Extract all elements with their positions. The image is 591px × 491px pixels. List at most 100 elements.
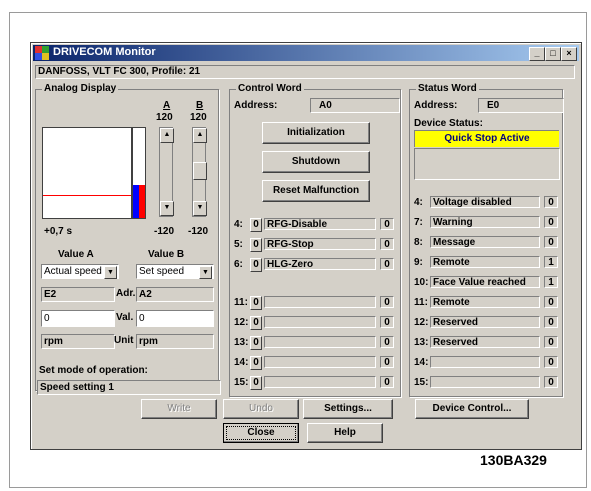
status-row-value: 0: [544, 296, 558, 308]
control-row-value: 0: [380, 376, 394, 388]
control-row-number: 11:: [234, 297, 248, 308]
initialization-button[interactable]: Initialization: [262, 122, 370, 144]
device-status-label: Device Status:: [414, 118, 483, 129]
minimize-icon[interactable]: _: [529, 47, 545, 61]
status-address: E0: [478, 98, 564, 113]
help-button[interactable]: Help: [307, 423, 383, 443]
status-row-value: 0: [544, 376, 558, 388]
title-bar[interactable]: DRIVECOM Monitor _ □ ×: [33, 45, 579, 61]
control-word-label: Control Word: [236, 83, 304, 94]
min-b: -120: [188, 226, 209, 237]
value-b-bar: [139, 185, 145, 218]
window-title: DRIVECOM Monitor: [53, 46, 156, 58]
analog-display-group: Analog Display A B 120 120 ▲ ▼ ▲ ▼ +0,7 …: [35, 83, 219, 391]
status-row-value: 0: [544, 316, 558, 328]
device-info: DANFOSS, VLT FC 300, Profile: 21: [35, 65, 575, 79]
control-row-text: RFG-Disable: [264, 218, 376, 230]
slider-a-up-icon[interactable]: ▲: [160, 128, 174, 143]
control-bit-toggle[interactable]: 0: [250, 356, 262, 370]
slider-b-thumb[interactable]: [193, 162, 207, 180]
control-row-number: 5:: [234, 239, 243, 250]
max-b: 120: [190, 112, 207, 123]
status-row-text: Warning: [430, 216, 540, 228]
status-row-text: Reserved: [430, 336, 540, 348]
chevron-down-icon[interactable]: ▼: [199, 266, 212, 279]
control-bit-toggle[interactable]: 0: [250, 218, 262, 232]
control-row-text: RFG-Stop: [264, 238, 376, 250]
status-row-number: 10:: [414, 277, 429, 288]
control-row-value: 0: [380, 296, 394, 308]
status-row-number: 8:: [414, 237, 423, 248]
close-icon[interactable]: ×: [561, 47, 577, 61]
control-row-number: 14:: [234, 357, 249, 368]
status-row-value: 0: [544, 216, 558, 228]
control-bit-toggle[interactable]: 0: [250, 376, 262, 390]
control-row-value: 0: [380, 316, 394, 328]
status-row-value: 0: [544, 356, 558, 368]
mode-value: Speed setting 1: [37, 380, 221, 395]
val-label: Val.: [116, 312, 134, 323]
val-a-input[interactable]: 0: [41, 310, 115, 327]
control-address-label: Address:: [234, 100, 278, 111]
value-a-select[interactable]: Actual speed ▼: [41, 264, 119, 279]
status-row-number: 4:: [414, 197, 423, 208]
chevron-down-icon[interactable]: ▼: [104, 266, 117, 279]
value-b-selected: Set speed: [139, 266, 185, 277]
control-bit-toggle[interactable]: 0: [250, 258, 262, 272]
status-row-number: 9:: [414, 257, 423, 268]
unit-b: rpm: [136, 334, 214, 349]
maximize-icon[interactable]: □: [545, 47, 561, 61]
status-row-text: [430, 356, 540, 368]
status-row-number: 13:: [414, 337, 429, 348]
settings-button[interactable]: Settings...: [303, 399, 393, 419]
reset-malfunction-button[interactable]: Reset Malfunction: [262, 180, 370, 202]
control-bit-toggle[interactable]: 0: [250, 336, 262, 350]
status-row-number: 14:: [414, 357, 429, 368]
val-b-input[interactable]: 0: [136, 310, 214, 327]
slider-b[interactable]: ▲ ▼: [192, 127, 207, 217]
status-row-value: 0: [544, 236, 558, 248]
slider-b-down-icon[interactable]: ▼: [193, 201, 207, 216]
write-button[interactable]: Write: [141, 399, 217, 419]
status-word-group: Status Word Address: E0 Device Status: Q…: [409, 83, 564, 397]
status-row-text: Remote: [430, 256, 540, 268]
col-a-label: A: [163, 100, 171, 111]
slider-a-down-icon[interactable]: ▼: [160, 201, 174, 216]
status-row-number: 12:: [414, 317, 429, 328]
undo-button[interactable]: Undo: [223, 399, 299, 419]
speed-line: [43, 195, 131, 196]
drivecom-window: DRIVECOM Monitor _ □ × DANFOSS, VLT FC 3…: [30, 42, 582, 450]
control-row-value: 0: [380, 238, 394, 250]
value-b-label: Value B: [148, 249, 185, 260]
control-row-number: 13:: [234, 337, 249, 348]
analog-plot: [42, 127, 132, 219]
control-bit-toggle[interactable]: 0: [250, 316, 262, 330]
close-button[interactable]: Close: [223, 423, 299, 443]
analog-display-label: Analog Display: [42, 83, 119, 94]
adr-label: Adr.: [116, 288, 136, 299]
status-row-text: Face Value reached: [430, 276, 540, 288]
max-a: 120: [156, 112, 173, 123]
min-a: -120: [154, 226, 175, 237]
control-row-text: [264, 336, 376, 348]
slider-b-up-icon[interactable]: ▲: [193, 128, 207, 143]
control-row-value: 0: [380, 356, 394, 368]
status-row-text: Reserved: [430, 316, 540, 328]
status-row-value: 1: [544, 256, 558, 268]
control-row-text: HLG-Zero: [264, 258, 376, 270]
bar-meter: [132, 127, 146, 219]
status-row-value: 1: [544, 276, 558, 288]
status-row-number: 15:: [414, 377, 429, 388]
control-bit-toggle[interactable]: 0: [250, 296, 262, 310]
control-row-text: [264, 356, 376, 368]
control-row-value: 0: [380, 336, 394, 348]
adr-b: A2: [136, 287, 214, 302]
status-address-label: Address:: [414, 100, 458, 111]
device-control-button[interactable]: Device Control...: [415, 399, 529, 419]
shutdown-button[interactable]: Shutdown: [262, 151, 370, 173]
control-bit-toggle[interactable]: 0: [250, 238, 262, 252]
slider-a[interactable]: ▲ ▼: [159, 127, 174, 217]
control-row-number: 4:: [234, 219, 243, 230]
value-b-select[interactable]: Set speed ▼: [136, 264, 214, 279]
control-row-number: 12:: [234, 317, 249, 328]
